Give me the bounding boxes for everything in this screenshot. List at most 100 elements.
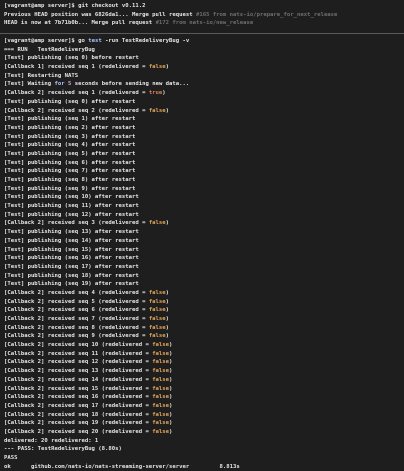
terminal-text: ) — [165, 333, 170, 340]
terminal-line: [Test] publishing (seq 7) after restart — [4, 167, 400, 176]
terminal-line: [Callback 2] received seq 8 (redelivered… — [4, 324, 400, 333]
terminal-line: [Test] publishing (seq 19) after restart — [4, 280, 400, 289]
terminal-text: ) — [165, 324, 170, 331]
terminal-line: [vagrant@amp server]$ go test -run TestR… — [4, 37, 400, 46]
terminal-line: [Test] publishing (seq 15) after restart — [4, 246, 400, 255]
terminal-text: [Callback 2] received seq 2 (redelivered… — [4, 107, 149, 114]
terminal-text: false — [152, 394, 170, 401]
terminal-text: [Test] Restarting NATS — [4, 72, 79, 79]
terminal-line: [Callback 2] received seq 16 (redelivere… — [4, 393, 400, 402]
terminal-line: [Test] publishing (seq 11) after restart — [4, 202, 400, 211]
terminal-text: [Callback 2] received seq 9 (redelivered… — [4, 333, 149, 340]
terminal-line: [Test] Waiting for 5 seconds before send… — [4, 80, 400, 89]
terminal-text: false — [152, 420, 170, 427]
terminal-text: [Test] publishing (seq 0) before restart — [4, 55, 139, 62]
terminal-line: [Callback 2] received seq 3 (redelivered… — [4, 219, 400, 228]
terminal-text: true — [148, 90, 163, 97]
terminal-text: ) — [165, 64, 170, 71]
terminal-text: false — [148, 324, 166, 331]
terminal-text: [Callback 2] received seq 1 (redelivered… — [4, 90, 149, 97]
terminal-text: false — [152, 368, 170, 375]
terminal-text: [Callback 2] received seq 20 (redelivere… — [4, 428, 153, 435]
terminal-line: --- PASS: TestRedeliveryBug (8.80s) — [4, 445, 400, 454]
output-block-checkout: [vagrant@amp server]$ git checkout v0.11… — [4, 2, 400, 28]
terminal-text: [vagrant@amp server]$ — [4, 38, 79, 44]
terminal-text: [Test] Waiting — [4, 81, 55, 88]
terminal-text: [Test] publishing (seq 3) after restart — [4, 133, 136, 140]
terminal-line: [Callback 2] received seq 13 (redelivere… — [4, 367, 400, 376]
terminal-text: false — [148, 289, 166, 296]
terminal-text: [Test] publishing (seq 8) after restart — [4, 177, 136, 183]
terminal-text: ) — [169, 359, 173, 366]
terminal-text: [Callback 2] received seq 10 (redelivere… — [4, 342, 153, 349]
terminal-line: HEAD is now at 7b71b0b... Merge pull req… — [4, 19, 400, 28]
terminal-text: [vagrant@amp server]$ git checkout v0.11… — [4, 3, 146, 9]
terminal-text: ) — [162, 90, 166, 97]
terminal-text: [Callback 2] received seq 8 (redelivered… — [4, 324, 149, 331]
terminal-line: [Test] publishing (seq 13) after restart — [4, 228, 400, 237]
terminal-line: [Callback 2] received seq 7 (redelivered… — [4, 315, 400, 324]
terminal-line: [Callback 2] received seq 12 (redelivere… — [4, 358, 400, 367]
terminal-text: ) — [169, 342, 173, 349]
terminal-text: ) — [165, 298, 170, 305]
terminal-text: [Callback 2] received seq 15 (redelivere… — [4, 385, 153, 392]
terminal-text: false — [148, 307, 166, 314]
terminal-text: [Callback 2] received seq 7 (redelivered… — [4, 316, 149, 322]
terminal-text: [Test] publishing (seq 0) after restart — [4, 98, 136, 105]
terminal-text: PASS — [4, 455, 18, 461]
terminal-text: [Test] publishing (seq 15) after restart — [4, 246, 139, 253]
terminal-line: [Callback 2] received seq 11 (redelivere… — [4, 350, 400, 359]
terminal-text: [Test] publishing (seq 4) after restart — [4, 142, 136, 149]
terminal-text: ) — [165, 289, 170, 296]
terminal-line: [vagrant@amp server]$ git checkout v0.11… — [4, 2, 400, 11]
terminal-line: Previous HEAD position was 6826da1... Me… — [4, 11, 400, 20]
terminal-text: [Test] publishing (seq 17) after restart — [4, 263, 139, 270]
terminal-text: go — [78, 38, 85, 44]
terminal-line: [Test] publishing (seq 17) after restart — [4, 263, 400, 272]
terminal-text: false — [148, 64, 166, 71]
terminal-text: [Test] publishing (seq 11) after restart — [4, 203, 139, 210]
terminal-text: [Test] publishing (seq 5) after restart — [4, 150, 136, 157]
terminal-text: test — [84, 38, 106, 44]
terminal-text: [Callback 2] received seq 13 (redelivere… — [4, 368, 153, 375]
terminal-line: [Test] publishing (seq 10) after restart — [4, 193, 400, 202]
terminal-text: [Test] publishing (seq 14) after restart — [4, 237, 139, 244]
terminal-text: false — [152, 359, 170, 366]
terminal-text: -run TestRedeliveryBug -v — [105, 38, 190, 44]
terminal-line: [Callback 2] received seq 2 (redelivered… — [4, 107, 400, 116]
terminal-line: [Callback 2] received seq 20 (redelivere… — [4, 428, 400, 437]
terminal-text: [Test] publishing (seq 7) after restart — [4, 168, 136, 175]
terminal-text: false — [148, 316, 166, 322]
terminal-text: [Callback 2] received seq 18 (redelivere… — [4, 411, 153, 418]
terminal-text: false — [148, 298, 166, 305]
terminal-text: seconds before sending new data... — [71, 81, 190, 88]
terminal-text: [Callback 2] received seq 16 (redelivere… — [4, 394, 153, 401]
terminal-text: ) — [165, 220, 170, 227]
terminal-line: [Test] publishing (seq 3) after restart — [4, 133, 400, 142]
terminal-line: [Callback 2] received seq 19 (redelivere… — [4, 419, 400, 428]
terminal-text: ) — [165, 316, 170, 322]
output-divider — [0, 33, 404, 34]
terminal-line: [Callback 2] received seq 1 (redelivered… — [4, 89, 400, 98]
terminal-line: [Test] publishing (seq 1) after restart — [4, 115, 400, 124]
terminal-text: Previous HEAD position was 6826da1... Me… — [4, 11, 196, 18]
output-block-test-run: [vagrant@amp server]$ go test -run TestR… — [4, 37, 400, 471]
terminal-text: delivered: 20 redelivered: 1 — [4, 437, 99, 444]
terminal-text: [Test] publishing (seq 16) after restart — [4, 255, 139, 262]
terminal-text: false — [152, 428, 170, 435]
terminal-line: [Callback 2] received seq 15 (redelivere… — [4, 385, 400, 394]
terminal-text: false — [152, 411, 170, 418]
terminal-line: [Test] publishing (seq 8) after restart — [4, 176, 400, 185]
terminal-line: [Test] publishing (seq 5) after restart — [4, 150, 400, 159]
terminal-text: [Callback 2] received seq 12 (redelivere… — [4, 359, 153, 366]
terminal-text: false — [152, 350, 170, 357]
terminal-window[interactable]: [vagrant@amp server]$ git checkout v0.11… — [0, 0, 404, 470]
terminal-line: [Callback 2] received seq 4 (redelivered… — [4, 289, 400, 298]
terminal-text: [Test] publishing (seq 2) after restart — [4, 124, 136, 131]
terminal-text: ) — [169, 411, 173, 418]
terminal-text: for — [54, 81, 65, 88]
terminal-text: --- PASS: TestRedeliveryBug (8.80s) — [4, 446, 122, 453]
terminal-text: [Test] publishing (seq 1) after restart — [4, 116, 136, 123]
terminal-line: [Test] publishing (seq 2) after restart — [4, 124, 400, 133]
terminal-text: ) — [169, 368, 173, 375]
